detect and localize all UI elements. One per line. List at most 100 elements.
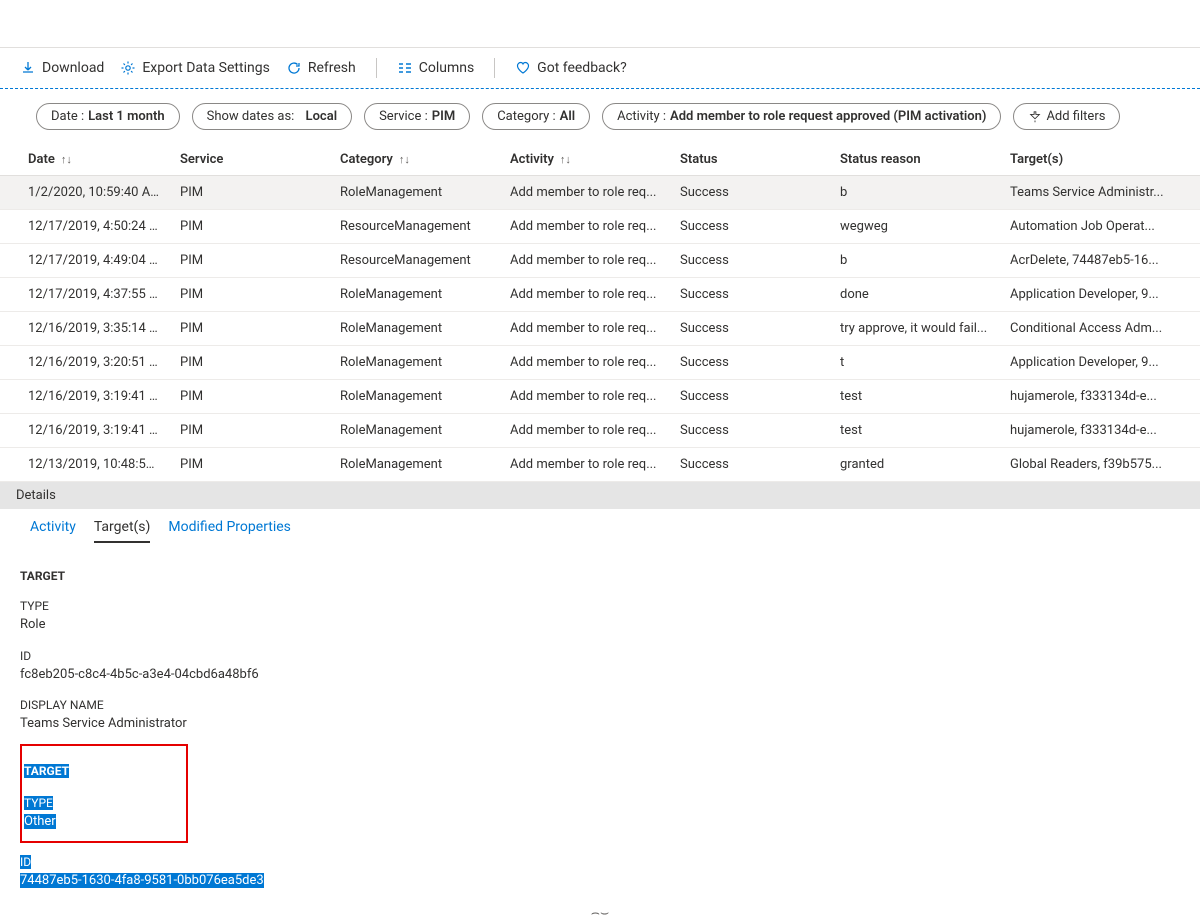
col-header-status[interactable]: Status xyxy=(670,144,830,176)
col-header-targets[interactable]: Target(s) xyxy=(1000,144,1200,176)
cell-targets: hujamerole, f333134d-e... xyxy=(1000,414,1200,448)
sort-icon: ↑↓ xyxy=(560,153,571,166)
cell-category: RoleManagement xyxy=(330,448,500,482)
col-header-date[interactable]: Date↑↓ xyxy=(0,144,170,176)
resize-handle[interactable]: ⌢⌣ xyxy=(0,905,1200,919)
cell-targets: AcrDelete, 74487eb5-16... xyxy=(1000,244,1200,278)
cell-reason: granted xyxy=(830,448,1000,482)
filter-service-value: PIM xyxy=(432,109,455,124)
feedback-button[interactable]: Got feedback? xyxy=(515,60,627,76)
columns-button[interactable]: Columns xyxy=(397,60,474,76)
export-settings-label: Export Data Settings xyxy=(142,60,269,76)
filter-service[interactable]: Service : PIM xyxy=(364,103,470,130)
target2-section: TARGET xyxy=(24,764,69,778)
cell-category: RoleManagement xyxy=(330,380,500,414)
cell-service: PIM xyxy=(170,346,330,380)
cell-targets: Application Developer, 9... xyxy=(1000,278,1200,312)
filter-bar: Date : Last 1 month Show dates as: Local… xyxy=(0,89,1200,144)
table-row[interactable]: 12/16/2019, 3:19:41 PMPIMRoleManagementA… xyxy=(0,414,1200,448)
cell-category: RoleManagement xyxy=(330,414,500,448)
cell-service: PIM xyxy=(170,448,330,482)
filter-show-dates[interactable]: Show dates as: Local xyxy=(192,103,352,130)
refresh-label: Refresh xyxy=(308,60,356,76)
cell-date: 12/16/2019, 3:19:41 PM xyxy=(0,380,170,414)
export-settings-button[interactable]: Export Data Settings xyxy=(120,60,269,76)
table-row[interactable]: 12/17/2019, 4:49:04 PMPIMResourceManagem… xyxy=(0,244,1200,278)
refresh-icon xyxy=(286,60,302,76)
toolbar-divider xyxy=(494,58,495,78)
cell-status: Success xyxy=(670,346,830,380)
tab-modified-properties[interactable]: Modified Properties xyxy=(168,515,291,543)
cell-category: RoleManagement xyxy=(330,278,500,312)
col-header-activity[interactable]: Activity↑↓ xyxy=(500,144,670,176)
cell-date: 12/16/2019, 3:35:14 PM xyxy=(0,312,170,346)
tab-activity[interactable]: Activity xyxy=(30,515,76,543)
highlight-box: TARGET TYPE Other xyxy=(20,744,188,844)
cell-status: Success xyxy=(670,448,830,482)
cell-date: 12/16/2019, 3:19:41 PM xyxy=(0,414,170,448)
col-header-service[interactable]: Service xyxy=(170,144,330,176)
cell-status: Success xyxy=(670,176,830,210)
table-row[interactable]: 12/13/2019, 10:48:54 AMPIMRoleManagement… xyxy=(0,448,1200,482)
cell-status: Success xyxy=(670,278,830,312)
target1-type-label: TYPE xyxy=(20,597,1180,615)
add-filters-button[interactable]: Add filters xyxy=(1013,103,1120,130)
cell-activity: Add member to role req... xyxy=(500,414,670,448)
gear-icon xyxy=(120,60,136,76)
cell-activity: Add member to role req... xyxy=(500,448,670,482)
top-blank-area xyxy=(0,0,1200,48)
table-row[interactable]: 12/16/2019, 3:19:41 PMPIMRoleManagementA… xyxy=(0,380,1200,414)
sort-icon: ↑↓ xyxy=(61,153,72,166)
cell-targets: hujamerole, f333134d-e... xyxy=(1000,380,1200,414)
filter-activity-value: Add member to role request approved (PIM… xyxy=(670,109,986,124)
target1-displayname-value: Teams Service Administrator xyxy=(20,714,1180,734)
filter-showdates-label: Show dates as: xyxy=(207,109,295,124)
cell-date: 12/17/2019, 4:49:04 PM xyxy=(0,244,170,278)
refresh-button[interactable]: Refresh xyxy=(286,60,356,76)
cell-date: 12/17/2019, 4:50:24 PM xyxy=(0,210,170,244)
cell-reason: b xyxy=(830,176,1000,210)
cell-service: PIM xyxy=(170,176,330,210)
cell-reason: t xyxy=(830,346,1000,380)
add-filter-icon xyxy=(1028,110,1042,124)
cell-category: ResourceManagement xyxy=(330,210,500,244)
table-row[interactable]: 12/17/2019, 4:37:55 PMPIMRoleManagementA… xyxy=(0,278,1200,312)
cell-service: PIM xyxy=(170,244,330,278)
cell-activity: Add member to role req... xyxy=(500,312,670,346)
heart-icon xyxy=(515,60,531,76)
cell-targets: Global Readers, f39b575... xyxy=(1000,448,1200,482)
cell-service: PIM xyxy=(170,414,330,448)
filter-activity[interactable]: Activity : Add member to role request ap… xyxy=(602,103,1001,130)
cell-activity: Add member to role req... xyxy=(500,346,670,380)
filter-service-label: Service : xyxy=(379,109,428,124)
table-row[interactable]: 12/16/2019, 3:20:51 PMPIMRoleManagementA… xyxy=(0,346,1200,380)
table-row[interactable]: 1/2/2020, 10:59:40 AMPIMRoleManagementAd… xyxy=(0,176,1200,210)
cell-activity: Add member to role req... xyxy=(500,244,670,278)
cell-category: RoleManagement xyxy=(330,176,500,210)
col-header-category[interactable]: Category↑↓ xyxy=(330,144,500,176)
toolbar-divider xyxy=(376,58,377,78)
cell-service: PIM xyxy=(170,210,330,244)
cell-status: Success xyxy=(670,244,830,278)
filter-category[interactable]: Category : All xyxy=(482,103,590,130)
download-button[interactable]: Download xyxy=(20,60,104,76)
target1-displayname-label: DISPLAY NAME xyxy=(20,696,1180,714)
filter-date-label: Date : xyxy=(51,109,84,124)
filter-date[interactable]: Date : Last 1 month xyxy=(36,103,180,130)
col-header-reason[interactable]: Status reason xyxy=(830,144,1000,176)
target2-id-value: 74487eb5-1630-4fa8-9581-0bb076ea5de3 xyxy=(20,873,264,888)
table-row[interactable]: 12/17/2019, 4:50:24 PMPIMResourceManagem… xyxy=(0,210,1200,244)
cell-reason: done xyxy=(830,278,1000,312)
target1-section: TARGET xyxy=(20,567,1180,585)
cell-category: RoleManagement xyxy=(330,346,500,380)
details-content: TARGET TYPE Role ID fc8eb205-c8c4-4b5c-a… xyxy=(0,543,1200,909)
cell-status: Success xyxy=(670,210,830,244)
filter-date-value: Last 1 month xyxy=(88,109,164,124)
cell-date: 12/16/2019, 3:20:51 PM xyxy=(0,346,170,380)
target1-id-value: fc8eb205-c8c4-4b5c-a3e4-04cbd6a48bf6 xyxy=(20,665,1180,685)
table-row[interactable]: 12/16/2019, 3:35:14 PMPIMRoleManagementA… xyxy=(0,312,1200,346)
download-label: Download xyxy=(42,60,104,76)
cell-activity: Add member to role req... xyxy=(500,176,670,210)
target1-type-value: Role xyxy=(20,615,1180,635)
tab-targets[interactable]: Target(s) xyxy=(94,515,151,543)
